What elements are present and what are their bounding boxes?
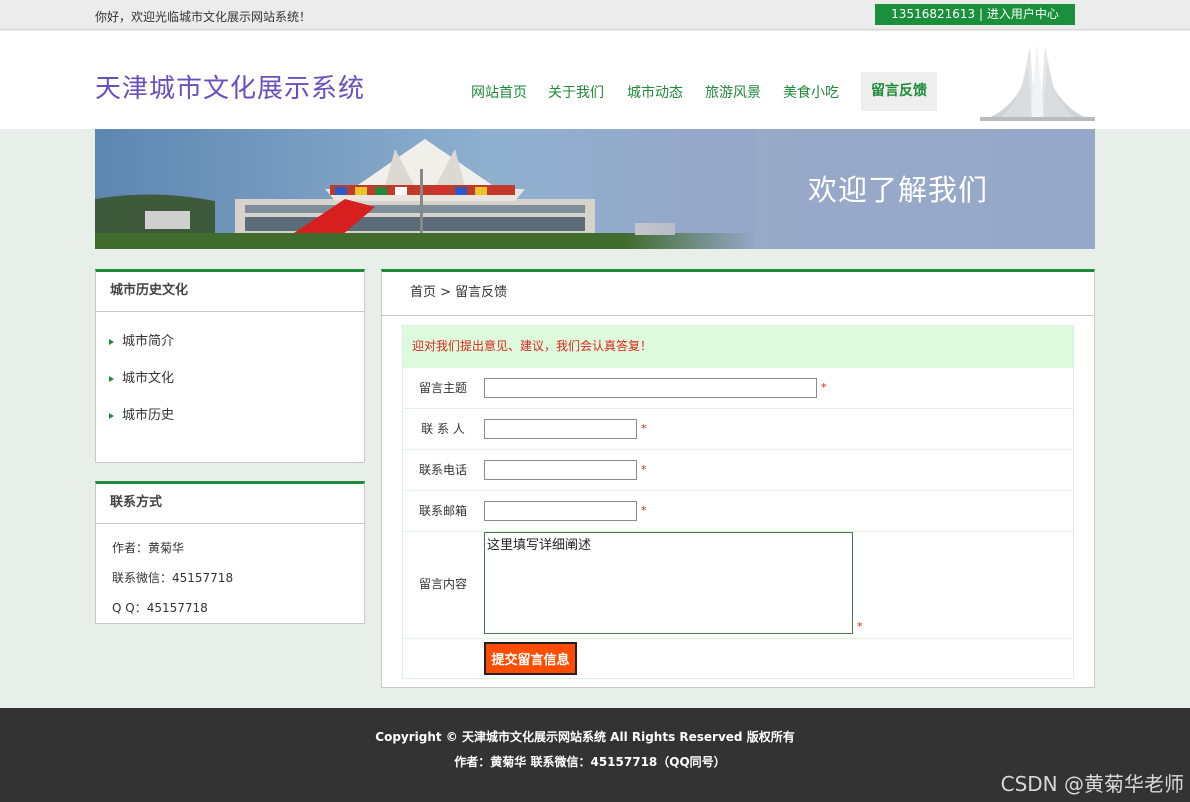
- required-mark: *: [641, 504, 647, 517]
- nav-item-news[interactable]: 城市动态: [627, 72, 683, 111]
- submit-row: 提交留言信息: [403, 638, 1073, 678]
- submit-button[interactable]: 提交留言信息: [484, 642, 577, 675]
- footer-copyright: Copyright © 天津城市文化展示网站系统 All Rights Rese…: [375, 730, 795, 744]
- contact-input[interactable]: [484, 419, 637, 439]
- site-header: 天津城市文化展示系统 网站首页 关于我们 城市动态 旅游风景 美食小吃 留言反馈: [0, 31, 1190, 129]
- sidebar-item-city-history[interactable]: 城市历史: [96, 400, 364, 437]
- nav-item-about[interactable]: 关于我们: [548, 72, 604, 111]
- nav-item-food[interactable]: 美食小吃: [783, 72, 839, 111]
- banner-photo: [95, 129, 755, 249]
- required-mark: *: [857, 620, 863, 633]
- subject-label: 留言主题: [418, 381, 467, 395]
- greeting-text: 你好，欢迎光临城市文化展示网站系统！: [95, 10, 312, 24]
- nav-item-scenery[interactable]: 旅游风景: [705, 72, 761, 111]
- watermark-text: CSDN @黄菊华老师: [1000, 772, 1184, 796]
- sidebar-item-label: 城市文化: [122, 371, 175, 386]
- sidebar-item-city-culture[interactable]: 城市文化: [96, 363, 364, 400]
- banner-welcome-text: 欢迎了解我们: [808, 173, 989, 207]
- required-mark: *: [821, 381, 827, 394]
- contact-wechat: 联系微信：45157718: [112, 571, 234, 585]
- arrow-right-icon: [109, 413, 114, 419]
- breadcrumb: 首页 > 留言反馈: [382, 272, 1094, 316]
- content-label: 留言内容: [418, 577, 467, 591]
- email-row: 联系邮箱 *: [403, 490, 1073, 531]
- sidebar-contact-title: 联系方式: [96, 484, 364, 524]
- form-notice: 迎对我们提出意见、建议，我们会认真答复！: [403, 326, 1073, 367]
- sidebar-item-city-intro[interactable]: 城市简介: [96, 326, 364, 363]
- user-center-link[interactable]: 13516821613 | 进入用户中心: [875, 4, 1075, 25]
- sidebar-item-label: 城市简介: [122, 334, 175, 349]
- phone-input[interactable]: [484, 460, 637, 480]
- building-logo-image: [980, 41, 1095, 121]
- content-textarea[interactable]: 这里填写详细阐述: [484, 532, 853, 634]
- site-footer: Copyright © 天津城市文化展示网站系统 All Rights Rese…: [0, 708, 1190, 802]
- main-content-panel: 首页 > 留言反馈 迎对我们提出意见、建议，我们会认真答复！ 留言主题 * 联 …: [381, 269, 1095, 688]
- nav-item-feedback[interactable]: 留言反馈: [861, 72, 937, 111]
- required-mark: *: [641, 422, 647, 435]
- feedback-form: 迎对我们提出意见、建议，我们会认真答复！ 留言主题 * 联 系 人 * 联系电话…: [402, 325, 1074, 679]
- subject-input[interactable]: [484, 378, 817, 398]
- contact-label: 联 系 人: [421, 422, 465, 436]
- contact-qq: Q Q：45157718: [112, 601, 208, 615]
- subject-row: 留言主题 *: [403, 367, 1073, 408]
- email-label: 联系邮箱: [418, 504, 467, 518]
- sidebar-item-label: 城市历史: [122, 408, 175, 423]
- email-input[interactable]: [484, 501, 637, 521]
- contact-author: 作者：黄菊华: [112, 541, 185, 555]
- top-bar: 你好，欢迎光临城市文化展示网站系统！ 13516821613 | 进入用户中心: [0, 0, 1190, 30]
- contact-row: 联 系 人 *: [403, 408, 1073, 449]
- content-row: 留言内容 这里填写详细阐述 *: [403, 531, 1073, 638]
- arrow-right-icon: [109, 376, 114, 382]
- phone-row: 联系电话 *: [403, 449, 1073, 490]
- sidebar-history-list: 城市简介 城市文化 城市历史: [96, 312, 364, 437]
- arrow-right-icon: [109, 339, 114, 345]
- site-title: 天津城市文化展示系统: [95, 74, 366, 104]
- phone-label: 联系电话: [418, 463, 467, 477]
- nav-item-home[interactable]: 网站首页: [471, 72, 527, 111]
- sidebar-contact-panel: 联系方式 作者：黄菊华 联系微信：45157718 Q Q：45157718: [95, 481, 365, 624]
- sidebar-history-title: 城市历史文化: [96, 272, 364, 312]
- required-mark: *: [641, 463, 647, 476]
- sidebar-history-panel: 城市历史文化 城市简介 城市文化 城市历史: [95, 269, 365, 463]
- banner: 欢迎了解我们: [95, 129, 1095, 249]
